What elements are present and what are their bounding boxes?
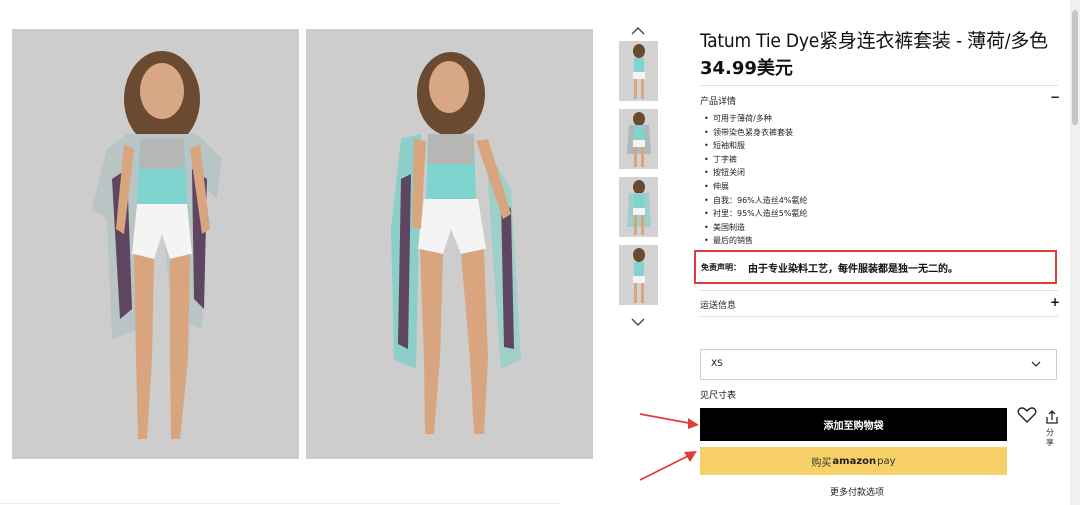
disclaimer-label: 免责声明： <box>701 263 741 272</box>
size-chart-link[interactable]: 见尺寸表 <box>700 388 736 401</box>
list-item: 衬里：95%人造丝5%氨纶 <box>704 207 807 221</box>
list-item: 丁字裤 <box>704 153 807 167</box>
add-to-bag-button[interactable]: 添加至购物袋 <box>700 408 1007 441</box>
chevron-up-icon[interactable] <box>628 23 648 37</box>
chevron-down-icon[interactable] <box>1030 358 1042 371</box>
more-payment-options-link[interactable]: 更多付款选项 <box>830 485 884 498</box>
list-item: 可用于薄荷/多种 <box>704 112 807 126</box>
list-item: 伸展 <box>704 180 807 194</box>
size-select[interactable] <box>700 349 1057 380</box>
list-item: 按钮关闭 <box>704 166 807 180</box>
product-title: Tatum Tie Dye紧身连衣裤套装 - 薄荷/多色 <box>700 30 1048 52</box>
list-item: 美国制造 <box>704 221 807 235</box>
product-photo-front[interactable] <box>12 29 299 459</box>
shipping-heading[interactable]: 运送信息 <box>700 298 736 311</box>
share-icon[interactable] <box>1044 409 1060 425</box>
size-selected-value: XS <box>711 359 723 369</box>
amazon-pay-suffix: pay <box>877 455 896 467</box>
thumbnail-2[interactable] <box>619 109 658 169</box>
thumbnail-3[interactable] <box>619 177 658 237</box>
amazon-logo-text: amazon <box>832 455 877 467</box>
amazon-pay-prefix: 购买 <box>811 457 832 469</box>
list-item: 自我：96%人造丝4%氨纶 <box>704 194 807 208</box>
details-collapse-toggle[interactable]: − <box>1050 90 1060 104</box>
details-list: 可用于薄荷/多种 领带染色紧身衣裤套装 短袖和服 丁字裤 按钮关闭 伸展 自我：… <box>704 112 807 248</box>
chevron-down-icon[interactable] <box>628 314 648 328</box>
amazon-pay-button[interactable]: 购买 amazon pay <box>700 447 1007 475</box>
divider <box>700 290 1058 291</box>
thumbnail-4[interactable] <box>619 245 658 305</box>
list-item: 领带染色紧身衣裤套装 <box>704 126 807 140</box>
divider <box>700 85 1058 86</box>
heart-icon[interactable] <box>1017 406 1037 424</box>
divider <box>0 503 560 504</box>
divider <box>700 316 1058 317</box>
thumbnail-1[interactable] <box>619 41 658 101</box>
list-item: 短袖和服 <box>704 139 807 153</box>
list-item: 最后的销售 <box>704 234 807 248</box>
model-image <box>12 29 299 459</box>
annotation-arrows <box>639 413 699 481</box>
product-price: 34.99美元 <box>700 58 793 79</box>
model-image <box>306 29 593 459</box>
shipping-expand-toggle[interactable]: + <box>1050 295 1060 309</box>
disclaimer-text: 由于专业染料工艺，每件服装都是独一无二的。 <box>748 264 958 275</box>
product-photo-side[interactable] <box>306 29 593 459</box>
details-heading[interactable]: 产品详情 <box>700 94 736 107</box>
share-label: 分享 <box>1046 428 1054 447</box>
scrollbar-thumb[interactable] <box>1072 10 1078 125</box>
